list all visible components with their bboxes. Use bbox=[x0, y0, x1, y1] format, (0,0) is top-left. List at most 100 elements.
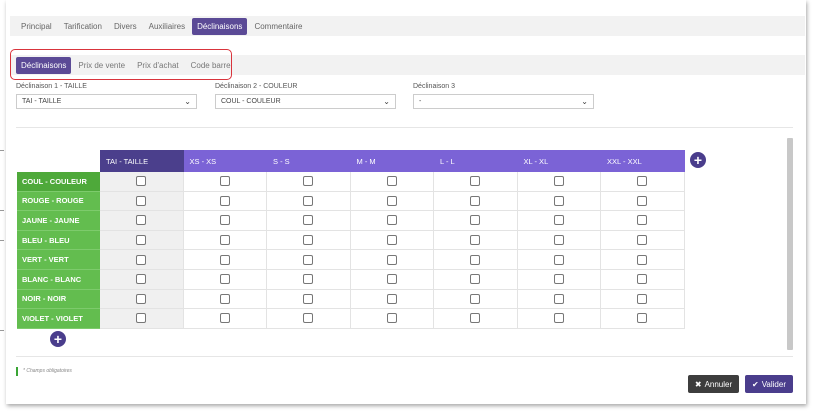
vertical-scrollbar[interactable] bbox=[787, 138, 793, 350]
variant-checkbox[interactable] bbox=[637, 235, 648, 246]
variant-checkbox[interactable] bbox=[553, 176, 564, 187]
tab-declinaisons[interactable]: Déclinaisons bbox=[192, 17, 248, 35]
variant-checkbox[interactable] bbox=[219, 235, 230, 246]
variant-checkbox[interactable] bbox=[553, 293, 564, 304]
grid-cell bbox=[267, 191, 351, 212]
variant-checkbox[interactable] bbox=[637, 293, 648, 304]
variant-checkbox[interactable] bbox=[303, 195, 314, 206]
variant-checkbox[interactable] bbox=[637, 274, 648, 285]
variant-checkbox[interactable] bbox=[386, 195, 397, 206]
variant-checkbox[interactable] bbox=[136, 195, 147, 206]
grid-row: BLEU - BLEU bbox=[17, 230, 685, 251]
grid-cell bbox=[350, 172, 434, 192]
variant-checkbox[interactable] bbox=[303, 293, 314, 304]
declinaison-3-value: - bbox=[419, 98, 422, 105]
variant-checkbox[interactable] bbox=[136, 254, 147, 265]
variant-checkbox[interactable] bbox=[136, 274, 147, 285]
variant-checkbox[interactable] bbox=[553, 254, 564, 265]
variant-checkbox[interactable] bbox=[470, 195, 481, 206]
column-header: TAI - TAILLE bbox=[100, 150, 184, 172]
tab-principal[interactable]: Principal bbox=[16, 18, 57, 35]
variant-checkbox[interactable] bbox=[553, 235, 564, 246]
grid-cell bbox=[183, 191, 267, 212]
grid-cell bbox=[350, 211, 434, 231]
row-header: VIOLET - VIOLET bbox=[17, 309, 100, 329]
footer-divider bbox=[16, 356, 793, 357]
grid-cell bbox=[183, 230, 267, 251]
cancel-button[interactable]: ✖ Annuler bbox=[688, 375, 739, 393]
grid-cell bbox=[517, 269, 601, 290]
variant-checkbox[interactable] bbox=[303, 176, 314, 187]
variant-checkbox[interactable] bbox=[553, 313, 564, 324]
grid-row: VERT - VERT bbox=[17, 250, 685, 270]
variant-checkbox[interactable] bbox=[386, 274, 397, 285]
grid-cell bbox=[350, 250, 434, 270]
grid-cell bbox=[601, 172, 685, 192]
grid-cell bbox=[100, 250, 184, 270]
variant-checkbox[interactable] bbox=[219, 195, 230, 206]
variant-checkbox[interactable] bbox=[470, 293, 481, 304]
declinaison-1-group: Déclinaison 1 - TAILLE TAI - TAILLE ⌄ bbox=[16, 83, 197, 109]
variant-checkbox[interactable] bbox=[219, 313, 230, 324]
variant-checkbox[interactable] bbox=[136, 313, 147, 324]
variant-checkbox[interactable] bbox=[303, 235, 314, 246]
grid-cell bbox=[267, 250, 351, 270]
variant-checkbox[interactable] bbox=[303, 274, 314, 285]
declinaison-2-label: Déclinaison 2 - COULEUR bbox=[215, 83, 298, 90]
variant-checkbox[interactable] bbox=[386, 313, 397, 324]
variant-checkbox[interactable] bbox=[136, 235, 147, 246]
add-row-button[interactable]: + bbox=[50, 331, 66, 347]
variant-checkbox[interactable] bbox=[637, 176, 648, 187]
edge-mark bbox=[0, 210, 4, 211]
grid-cell bbox=[517, 230, 601, 251]
variant-checkbox[interactable] bbox=[386, 254, 397, 265]
variant-checkbox[interactable] bbox=[303, 313, 314, 324]
add-column-button[interactable]: + bbox=[690, 152, 706, 168]
tab-tarification[interactable]: Tarification bbox=[59, 18, 107, 35]
variant-checkbox[interactable] bbox=[470, 235, 481, 246]
variant-checkbox[interactable] bbox=[219, 215, 230, 226]
variant-checkbox[interactable] bbox=[637, 313, 648, 324]
required-note: * Champs obligatoires bbox=[23, 368, 72, 374]
variant-checkbox[interactable] bbox=[303, 215, 314, 226]
variant-checkbox[interactable] bbox=[386, 215, 397, 226]
variant-checkbox[interactable] bbox=[553, 195, 564, 206]
grid-row: COUL - COULEUR bbox=[17, 172, 685, 192]
variant-checkbox[interactable] bbox=[219, 274, 230, 285]
variant-checkbox[interactable] bbox=[470, 215, 481, 226]
tab-divers[interactable]: Divers bbox=[109, 18, 142, 35]
variant-checkbox[interactable] bbox=[219, 176, 230, 187]
variant-checkbox[interactable] bbox=[470, 176, 481, 187]
variant-checkbox[interactable] bbox=[386, 293, 397, 304]
variant-checkbox[interactable] bbox=[637, 254, 648, 265]
declinaison-3-label: Déclinaison 3 bbox=[413, 83, 456, 90]
declinaison-2-select[interactable]: COUL - COULEUR ⌄ bbox=[215, 94, 396, 109]
variant-checkbox[interactable] bbox=[136, 176, 147, 187]
main-tabs: Principal Tarification Divers Auxiliaire… bbox=[10, 16, 805, 36]
declinaison-3-select[interactable]: - ⌄ bbox=[413, 94, 594, 109]
variant-checkbox[interactable] bbox=[219, 293, 230, 304]
variant-checkbox[interactable] bbox=[470, 274, 481, 285]
variant-checkbox[interactable] bbox=[303, 254, 314, 265]
variant-checkbox[interactable] bbox=[136, 293, 147, 304]
variant-checkbox[interactable] bbox=[386, 235, 397, 246]
variant-checkbox[interactable] bbox=[470, 254, 481, 265]
variant-checkbox[interactable] bbox=[136, 215, 147, 226]
row-header: BLANC - BLANC bbox=[17, 269, 100, 290]
grid-cell bbox=[517, 191, 601, 212]
variant-checkbox[interactable] bbox=[637, 195, 648, 206]
tab-commentaire[interactable]: Commentaire bbox=[249, 18, 307, 35]
variant-checkbox[interactable] bbox=[470, 313, 481, 324]
variant-checkbox[interactable] bbox=[553, 274, 564, 285]
tab-auxiliaires[interactable]: Auxiliaires bbox=[144, 18, 190, 35]
grid-cell bbox=[183, 309, 267, 329]
column-header: XXL - XXL bbox=[601, 150, 685, 172]
chevron-down-icon: ⌄ bbox=[383, 97, 390, 106]
grid-cell bbox=[183, 269, 267, 290]
declinaison-1-select[interactable]: TAI - TAILLE ⌄ bbox=[16, 94, 197, 109]
variant-checkbox[interactable] bbox=[637, 215, 648, 226]
validate-button[interactable]: ✔ Valider bbox=[745, 375, 793, 393]
variant-checkbox[interactable] bbox=[553, 215, 564, 226]
variant-checkbox[interactable] bbox=[386, 176, 397, 187]
variant-checkbox[interactable] bbox=[219, 254, 230, 265]
